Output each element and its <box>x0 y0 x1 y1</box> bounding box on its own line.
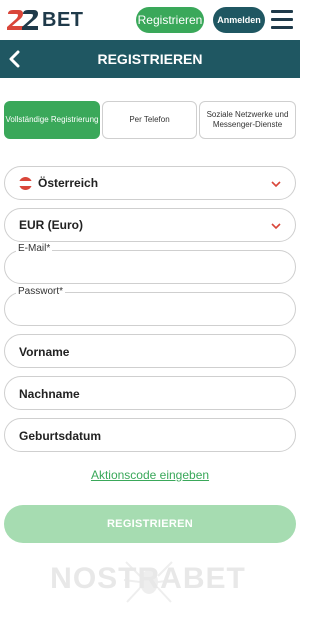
austria-flag-icon <box>19 177 32 190</box>
email-field[interactable] <box>4 250 296 284</box>
last-name-placeholder: Nachname <box>19 387 80 401</box>
password-field[interactable] <box>4 292 296 326</box>
last-name-field[interactable]: Nachname <box>4 376 296 410</box>
promo-code-link[interactable]: Aktionscode eingeben <box>0 468 300 482</box>
login-button[interactable]: Anmelden <box>213 7 265 33</box>
first-name-field[interactable]: Vorname <box>4 334 296 368</box>
submit-register-button[interactable]: REGISTRIEREN <box>4 505 296 543</box>
tab-social-networks[interactable]: Soziale Netzwerke und Messenger-Dienste <box>199 101 296 139</box>
birthdate-field[interactable]: Geburtsdatum <box>4 418 296 452</box>
country-select[interactable]: Österreich <box>4 166 296 200</box>
back-arrow-icon[interactable] <box>8 50 22 68</box>
logo[interactable]: BET <box>6 8 84 32</box>
email-label: E-Mail* <box>16 243 53 254</box>
watermark: NOSTRABET <box>28 552 268 612</box>
tab-by-phone[interactable]: Per Telefon <box>102 101 197 139</box>
watermark-text: NOSTRABET <box>50 562 246 595</box>
currency-select[interactable]: EUR (Euro) <box>4 208 296 242</box>
currency-value: EUR (Euro) <box>19 218 83 232</box>
top-bar: BET Registrieren Anmelden <box>0 0 300 40</box>
country-value: Österreich <box>38 176 99 190</box>
logo-text: BET <box>42 8 84 31</box>
chevron-down-icon <box>271 181 281 188</box>
title-bar: REGISTRIEREN <box>0 40 300 78</box>
chevron-down-icon <box>271 223 281 230</box>
registration-tabs: Vollständige Registrierung Per Telefon S… <box>4 101 296 139</box>
tab-full-registration[interactable]: Vollständige Registrierung <box>4 101 100 139</box>
register-button[interactable]: Registrieren <box>136 7 204 33</box>
logo-mark-icon <box>7 10 38 30</box>
hamburger-menu-icon[interactable] <box>271 10 293 30</box>
birthdate-placeholder: Geburtsdatum <box>19 429 102 443</box>
page-title: REGISTRIEREN <box>97 51 203 67</box>
first-name-placeholder: Vorname <box>19 345 70 359</box>
password-label: Passwort* <box>16 286 66 297</box>
